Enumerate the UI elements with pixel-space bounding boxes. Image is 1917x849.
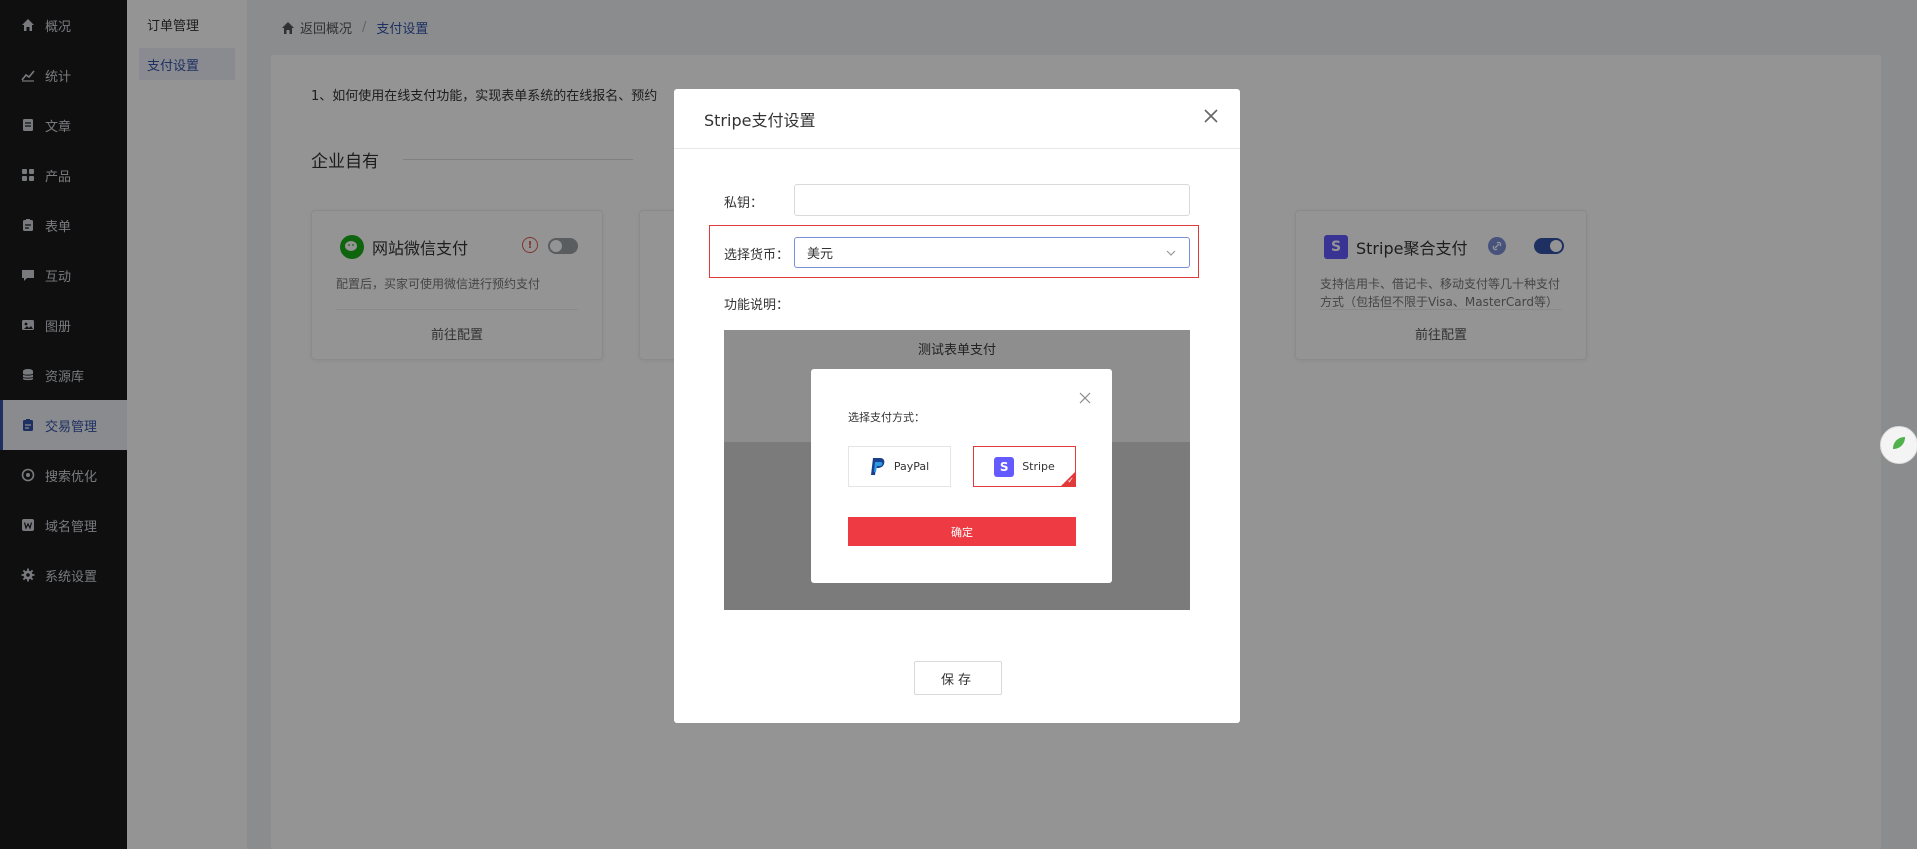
currency-select[interactable]: 美元 [794, 237, 1190, 268]
stripe-icon: S [994, 456, 1015, 477]
secret-key-input[interactable] [794, 184, 1190, 216]
paypal-label: PayPal [893, 460, 930, 473]
feature-label: 功能说明： [724, 298, 790, 313]
secret-key-label: 私钥： [724, 196, 764, 211]
floating-helper-button[interactable] [1880, 426, 1917, 464]
save-button[interactable]: 保存 [914, 661, 1002, 695]
currency-value: 美元 [807, 247, 834, 262]
currency-label: 选择货币： [724, 248, 790, 263]
modal-title: Stripe支付设置 [674, 89, 1240, 149]
close-icon [1078, 391, 1092, 405]
stripe-label: Stripe [1022, 460, 1055, 473]
confirm-button: 确定 [848, 517, 1076, 546]
preview-title: 测试表单支付 [917, 343, 996, 358]
feature-preview-image: 测试表单支付 选择支付方式： PayPal S Stripe ✓ 确定 [724, 330, 1190, 610]
stripe-settings-modal: Stripe支付设置 私钥： 选择货币： 美元 功能说明： 测试表单支付 选择支… [674, 89, 1240, 723]
leaf-icon [1890, 434, 1908, 456]
paypal-option: PayPal [848, 446, 951, 487]
close-icon[interactable] [1200, 105, 1222, 127]
paypal-icon [870, 457, 886, 477]
payment-method-dialog: 选择支付方式： PayPal S Stripe ✓ 确定 [811, 369, 1112, 583]
check-icon: ✓ [1067, 476, 1074, 485]
chevron-down-icon [1165, 247, 1177, 259]
stripe-option: S Stripe ✓ [973, 446, 1076, 487]
payment-method-label: 选择支付方式： [848, 411, 925, 424]
